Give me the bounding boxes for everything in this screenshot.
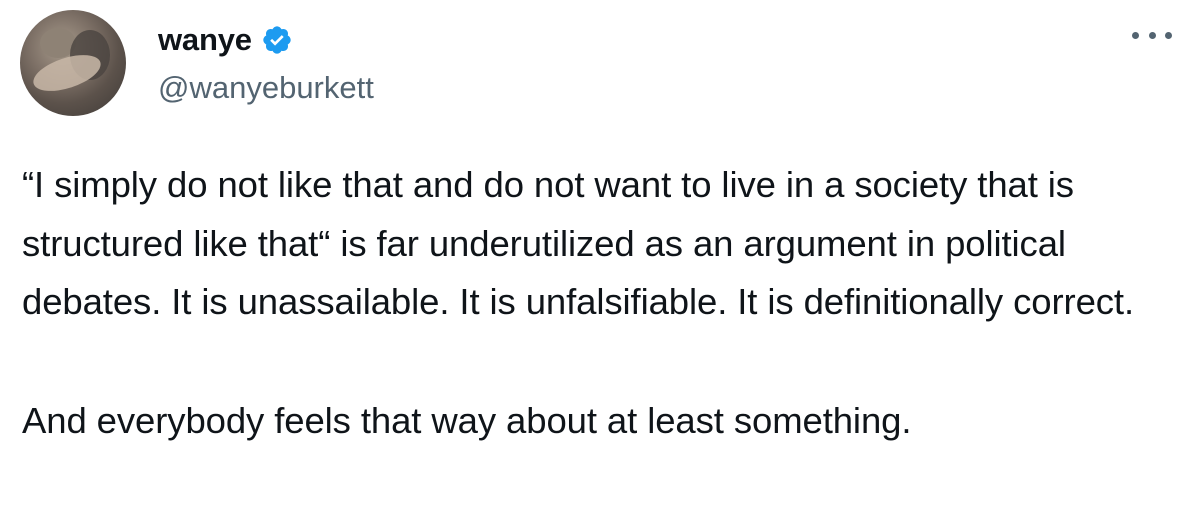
author-name-row: wanye <box>158 18 293 62</box>
more-dot <box>1132 31 1139 39</box>
author-handle[interactable]: @wanyeburkett <box>158 70 374 106</box>
tweet-card: wanye @wanyeburkett “I simply do not lik… <box>0 0 1194 530</box>
author-display-name[interactable]: wanye <box>158 22 252 58</box>
more-horizontal-icon[interactable] <box>1132 20 1172 50</box>
avatar[interactable] <box>20 10 126 116</box>
tweet-paragraph: “I simply do not like that and do not wa… <box>22 164 1134 322</box>
verified-badge-icon <box>263 26 291 54</box>
tweet-paragraph: And everybody feels that way about at le… <box>22 399 912 441</box>
more-dot <box>1165 31 1172 39</box>
more-dot <box>1148 31 1156 39</box>
tweet-text: “I simply do not like that and do not wa… <box>22 156 1182 450</box>
